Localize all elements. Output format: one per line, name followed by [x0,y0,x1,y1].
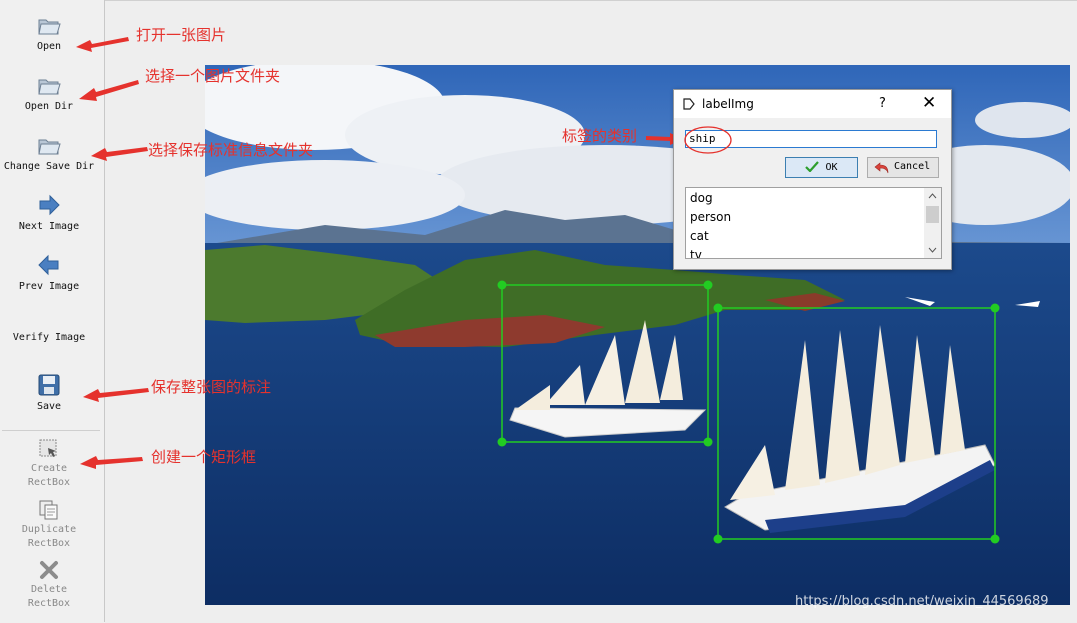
dialog-titlebar[interactable]: labelImg ? ✕ [674,90,951,118]
annotation-label-class: 标签的类别 [562,127,638,145]
list-scrollbar[interactable] [924,188,941,258]
tag-icon [683,98,695,110]
label-highlight-circle [684,126,732,154]
ok-label: OK [825,162,838,173]
bbox-handle[interactable] [713,534,723,544]
cancel-button[interactable]: Cancel [867,157,939,178]
bbox-handle[interactable] [703,437,713,447]
label-list-item[interactable]: tv [690,248,702,258]
scrollbar-graphic [926,193,939,253]
annotation-open: 打开一张图片 [136,26,227,44]
label-list[interactable]: dog person cat tv [685,187,942,259]
label-list-item[interactable]: person [690,210,731,224]
cancel-label: Cancel [894,161,931,172]
bbox-ship-2[interactable] [713,303,1000,544]
dialog-title: labelImg [702,97,754,111]
annotation-create: 创建一个矩形框 [151,448,257,466]
label-list-item[interactable]: dog [690,191,713,205]
watermark: https://blog.csdn.net/weixin_44569689 [795,594,1049,609]
bbox-handle[interactable] [497,280,507,290]
check-icon [805,161,820,173]
annotation-change-save-dir: 选择保存标准信息文件夹 [148,141,314,159]
annotation-open-dir: 选择一个图片文件夹 [145,67,281,85]
bbox-ship-1[interactable] [497,280,713,447]
bbox-handle[interactable] [703,280,713,290]
label-dialog: labelImg ? ✕ ship OK Cancel dog person c… [673,89,952,270]
help-button[interactable]: ? [879,96,886,111]
label-list-item[interactable]: cat [690,229,709,243]
bbox-handle[interactable] [713,303,723,313]
ok-button[interactable]: OK [785,157,858,178]
close-button[interactable]: ✕ [922,93,936,113]
bbox-handle[interactable] [990,303,1000,313]
annotation-save: 保存整张图的标注 [151,378,272,396]
annotation-arrows [76,37,684,469]
undo-arrow-icon [874,162,889,174]
bbox-handle[interactable] [497,437,507,447]
bbox-handle[interactable] [990,534,1000,544]
